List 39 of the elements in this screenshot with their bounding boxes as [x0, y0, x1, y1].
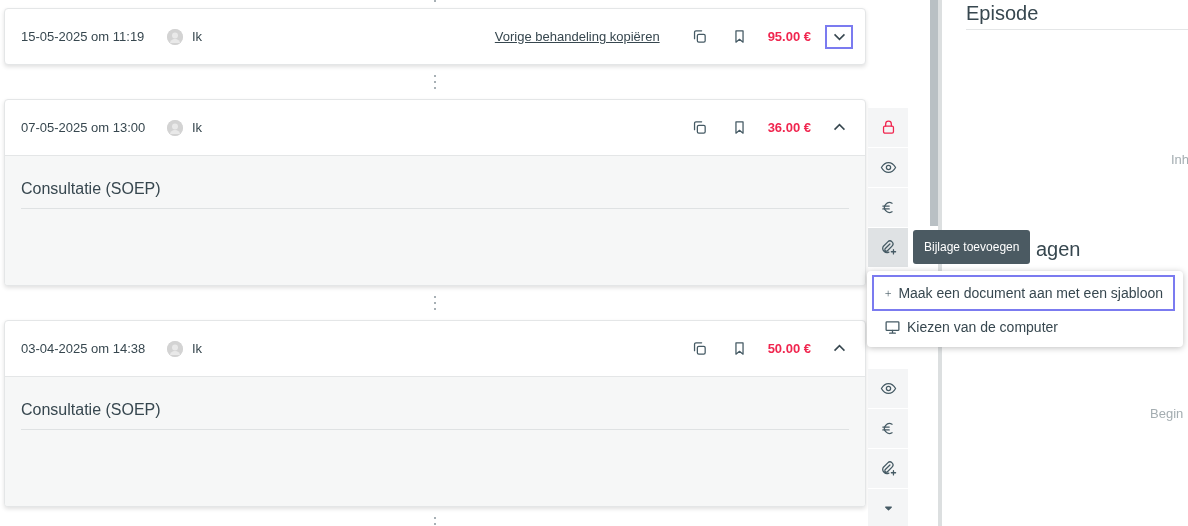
- monitor-icon: [884, 318, 901, 336]
- scrollbar-thumb[interactable]: [930, 0, 938, 226]
- toolbar-button[interactable]: [868, 188, 908, 228]
- expand-toggle[interactable]: [825, 24, 853, 49]
- author-name: Ik: [192, 341, 204, 356]
- toolbar-button[interactable]: [868, 369, 908, 409]
- paperclip-plus-icon: [879, 239, 897, 256]
- avatar-icon: [167, 28, 183, 45]
- copy-icon: [691, 119, 709, 136]
- tooltip: Bijlage toevoegen: [913, 230, 1031, 264]
- treatment-date: 03-04-2025 om 14:38: [21, 341, 147, 356]
- copy-previous-link[interactable]: Vorige behandeling kopiëren: [494, 29, 660, 44]
- avatar-icon: [167, 119, 183, 136]
- price: 36.00 €: [767, 120, 811, 135]
- price: 50.00 €: [767, 341, 811, 356]
- toolbar-button[interactable]: [868, 409, 908, 449]
- empty-hint: Begin: [1149, 406, 1185, 421]
- author-name: Ik: [192, 120, 204, 135]
- panel-title: agen: [1036, 238, 1081, 260]
- section-title: Consultatie (SOEP): [21, 377, 849, 430]
- menu-item[interactable]: Kiezen van de computer: [872, 311, 1175, 343]
- toolbar-button[interactable]: [868, 228, 908, 268]
- copy-icon: [691, 28, 709, 45]
- eye-icon: [879, 159, 897, 176]
- toolbar-button[interactable]: [868, 449, 908, 489]
- avatar-icon: [167, 340, 183, 357]
- price: 95.00 €: [767, 29, 811, 44]
- treatment-date: 07-05-2025 om 13:00: [21, 120, 147, 135]
- empty-hint: Inh: [1170, 152, 1188, 167]
- section-title: Consultatie (SOEP): [21, 156, 849, 209]
- paperclip-plus-icon: [879, 460, 897, 477]
- copy-icon: [691, 340, 709, 357]
- toolbar-button[interactable]: [868, 148, 908, 188]
- menu-item[interactable]: Maak een document aan met een sjabloon: [872, 275, 1175, 311]
- toolbar-button[interactable]: [868, 108, 908, 148]
- author-name: Ik: [192, 29, 204, 44]
- panel-title: Episode: [966, 0, 1188, 30]
- eye-icon: [879, 380, 897, 397]
- treatment-date: 15-05-2025 om 11:19: [21, 29, 146, 44]
